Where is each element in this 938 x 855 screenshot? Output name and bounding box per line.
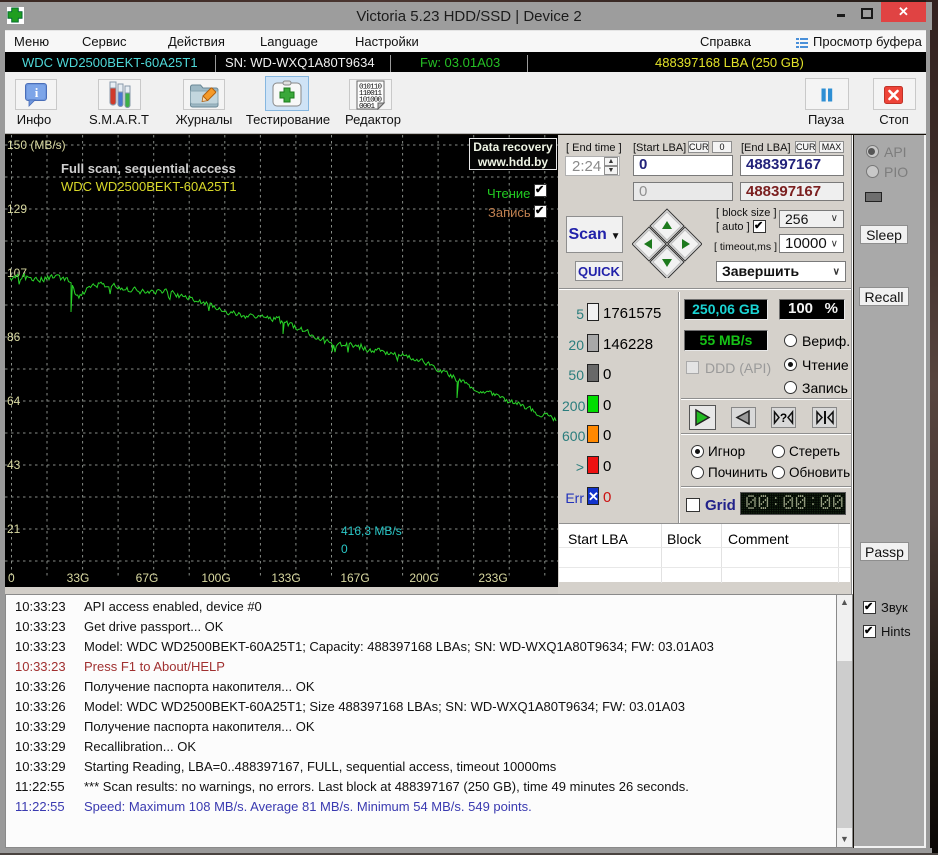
svg-text:i: i [35, 85, 39, 100]
svg-text:167G: 167G [340, 571, 369, 585]
svg-text:200G: 200G [409, 571, 438, 585]
svg-text:33G: 33G [67, 571, 90, 585]
svg-text:133G: 133G [271, 571, 300, 585]
svg-text:0: 0 [8, 571, 15, 585]
svg-text:21: 21 [7, 522, 21, 536]
svg-text:129: 129 [7, 202, 27, 216]
svg-text:233G: 233G [478, 571, 507, 585]
svg-text:0001: 0001 [359, 103, 375, 110]
svg-text:86: 86 [7, 330, 21, 344]
svg-text:?: ? [780, 411, 787, 425]
svg-text:43: 43 [7, 458, 21, 472]
svg-text:100G: 100G [201, 571, 230, 585]
svg-text:64: 64 [7, 394, 21, 408]
svg-text:150 (MB/s): 150 (MB/s) [7, 138, 66, 152]
svg-text:67G: 67G [136, 571, 159, 585]
